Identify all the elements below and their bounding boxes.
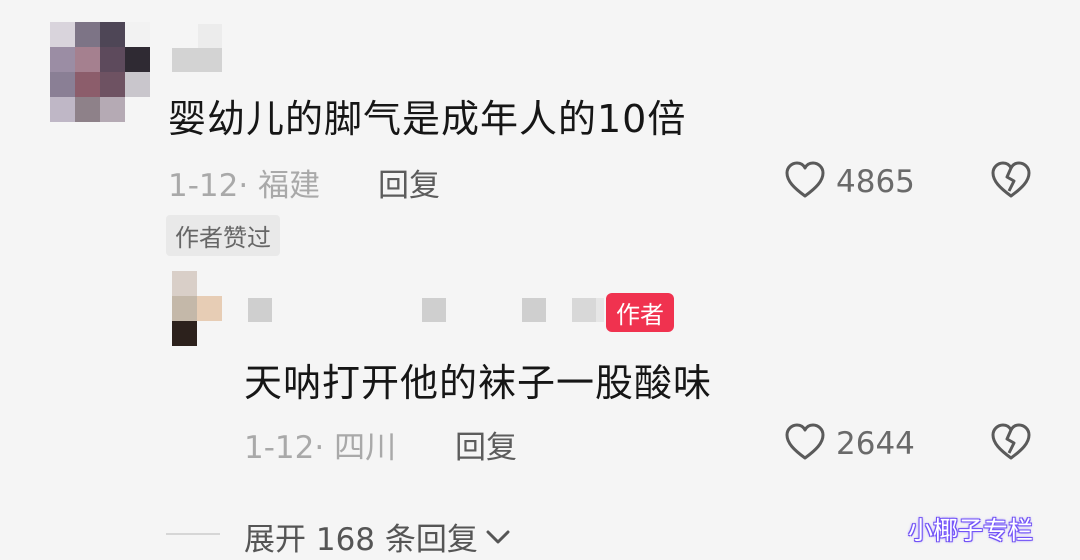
avatar[interactable] — [50, 22, 150, 122]
dislike-button[interactable] — [990, 160, 1032, 204]
reply-text[interactable]: 天呐打开他的袜子一股酸味 — [244, 352, 712, 407]
author-liked-tag: 作者赞过 — [166, 215, 280, 256]
expand-divider — [166, 533, 220, 535]
reply-username-blur-fragment — [422, 298, 446, 322]
broken-heart-icon — [990, 161, 1032, 204]
reply-reply-button[interactable]: 回复 — [455, 422, 517, 467]
reply-username-blur[interactable] — [248, 298, 272, 322]
reply-username-blur-fragment — [572, 298, 596, 322]
reply-username-blur-fragment — [522, 298, 546, 322]
author-badge: 作者 — [606, 293, 674, 332]
username-blur-fragment — [198, 24, 222, 48]
like-count: 4865 — [836, 164, 915, 200]
like-button[interactable]: 4865 — [784, 160, 915, 204]
reply-username-blur-fragment — [596, 298, 604, 322]
broken-heart-icon — [990, 423, 1032, 466]
reply-button[interactable]: 回复 — [378, 160, 440, 205]
watermark: 小椰子专栏 — [908, 516, 1034, 545]
reply-meta: 1-12· 四川 — [244, 430, 397, 466]
chevron-down-icon — [484, 519, 512, 555]
heart-outline-icon — [784, 160, 826, 204]
reply-like-count: 2644 — [836, 426, 915, 462]
username-blur[interactable] — [172, 48, 222, 72]
expand-label: 展开 168 条回复 — [244, 522, 478, 558]
expand-replies-button[interactable]: 展开 168 条回复 — [244, 514, 512, 559]
reply-like-button[interactable]: 2644 — [784, 422, 915, 466]
comment-text[interactable]: 婴幼儿的脚气是成年人的10倍 — [168, 88, 686, 143]
reply-avatar[interactable] — [172, 271, 222, 346]
heart-outline-icon — [784, 422, 826, 466]
reply-dislike-button[interactable] — [990, 422, 1032, 466]
comment-meta: 1-12· 福建 — [168, 168, 321, 204]
